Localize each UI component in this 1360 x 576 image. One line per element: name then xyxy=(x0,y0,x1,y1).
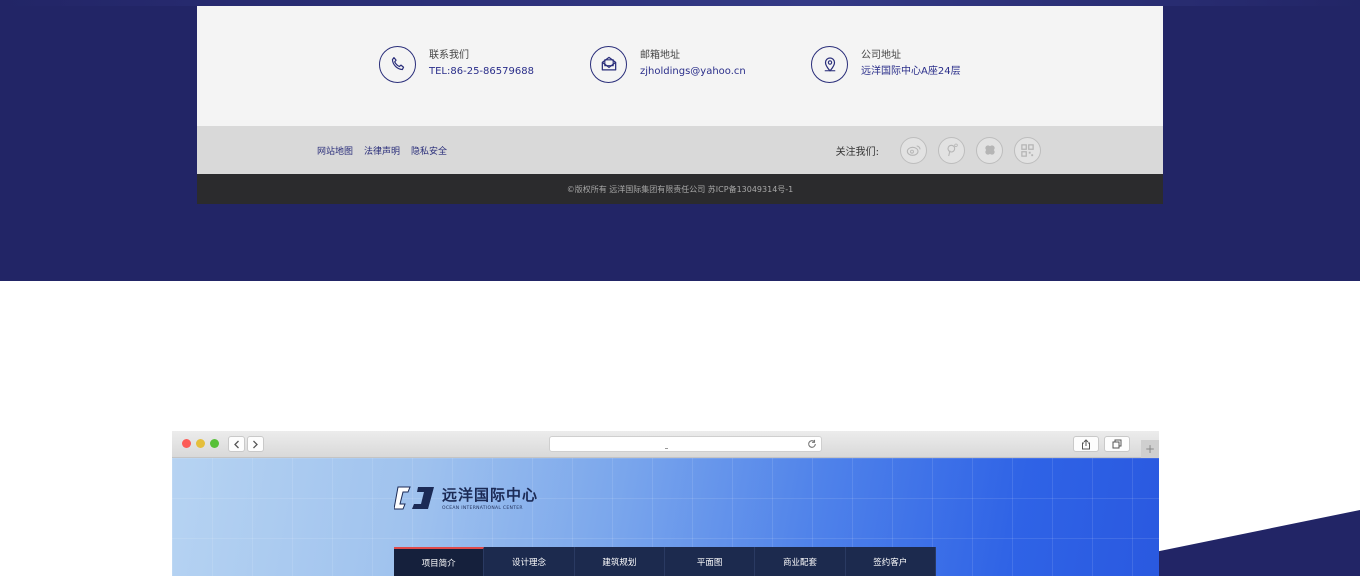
site-main-nav: 项目简介 设计理念 建筑规划 平面图 商业配套 签约客户 xyxy=(394,547,936,576)
tabs-icon xyxy=(1112,439,1122,449)
address-bar-cursor xyxy=(665,448,668,449)
link-privacy[interactable]: 隐私安全 xyxy=(411,144,447,157)
contact-phone: 联系我们 TEL:86-25-86579688 xyxy=(379,44,534,84)
follow-label: 关注我们: xyxy=(835,146,879,158)
new-tab-button[interactable]: + xyxy=(1141,440,1159,458)
contact-email-label: 邮箱地址 xyxy=(640,50,680,61)
link-sitemap[interactable]: 网站地图 xyxy=(317,144,353,157)
forward-button[interactable] xyxy=(247,436,264,452)
footer-links: 网站地图 法律声明 隐私安全 xyxy=(317,126,447,174)
weibo-icon[interactable] xyxy=(900,136,927,164)
tabs-button[interactable] xyxy=(1104,436,1130,452)
contact-email-value[interactable]: zjholdings@yahoo.cn xyxy=(640,64,746,80)
window-minimize-icon[interactable] xyxy=(196,439,205,448)
copyright-text: ©版权所有 远洋国际集团有限责任公司 苏ICP备13049314号-1 xyxy=(566,184,794,194)
qrcode-icon[interactable] xyxy=(1014,136,1041,164)
share-button[interactable] xyxy=(1073,436,1099,452)
mail-icon xyxy=(590,45,627,83)
nav-floor-plan[interactable]: 平面图 xyxy=(665,547,756,576)
nav-architecture-planning[interactable]: 建筑规划 xyxy=(575,547,665,576)
window-close-icon[interactable] xyxy=(182,439,191,448)
nav-project-intro[interactable]: 项目简介 xyxy=(394,547,485,576)
nav-design-concept[interactable]: 设计理念 xyxy=(484,547,575,576)
contact-address: 公司地址 远洋国际中心A座24层 xyxy=(811,44,961,84)
back-button[interactable] xyxy=(228,436,245,452)
window-maximize-icon[interactable] xyxy=(210,439,219,448)
contact-address-label: 公司地址 xyxy=(861,50,901,61)
contact-area: 联系我们 TEL:86-25-86579688 邮箱地址 zjholdings@… xyxy=(197,6,1163,126)
nav-signed-clients[interactable]: 签约客户 xyxy=(846,547,936,576)
logo-chinese-name: 远洋国际中心 xyxy=(442,486,539,504)
contact-phone-label: 联系我们 xyxy=(429,50,469,61)
address-bar[interactable] xyxy=(549,436,822,452)
contact-email: 邮箱地址 zjholdings@yahoo.cn xyxy=(590,44,746,84)
logo-english-name: OCEAN INTERNATIONAL CENTER xyxy=(442,506,523,511)
diagonal-decoration xyxy=(1150,510,1360,576)
footer-links-bar: 网站地图 法律声明 隐私安全 关注我们: xyxy=(197,126,1163,174)
footer: 联系我们 TEL:86-25-86579688 邮箱地址 zjholdings@… xyxy=(197,6,1163,204)
phone-icon xyxy=(379,45,416,83)
copyright-bar: ©版权所有 远洋国际集团有限责任公司 苏ICP备13049314号-1 xyxy=(197,174,1163,204)
contact-phone-value: TEL:86-25-86579688 xyxy=(429,66,534,77)
chevron-right-icon xyxy=(253,440,258,448)
nav-commercial-facilities[interactable]: 商业配套 xyxy=(755,547,846,576)
plus-icon: + xyxy=(1144,442,1156,456)
browser-toolbar: + xyxy=(172,431,1159,458)
ocean-logo-icon xyxy=(394,486,434,509)
browser-mockup: + 远洋国际中心 OCEAN INTERNATIONAL CENTER 项目简介… xyxy=(172,431,1159,576)
link-legal[interactable]: 法律声明 xyxy=(364,144,400,157)
site-logo[interactable]: 远洋国际中心 OCEAN INTERNATIONAL CENTER xyxy=(394,484,538,511)
location-pin-icon xyxy=(811,45,848,83)
pinterest-icon[interactable] xyxy=(938,136,965,164)
contact-address-value: 远洋国际中心A座24层 xyxy=(861,66,961,77)
chevron-left-icon xyxy=(234,440,239,448)
follow-us: 关注我们: xyxy=(836,126,1041,174)
website-hero: 远洋国际中心 OCEAN INTERNATIONAL CENTER 项目简介 设… xyxy=(172,458,1159,576)
clover-icon[interactable] xyxy=(976,136,1003,164)
reload-icon[interactable] xyxy=(807,439,817,449)
share-icon xyxy=(1082,438,1090,449)
